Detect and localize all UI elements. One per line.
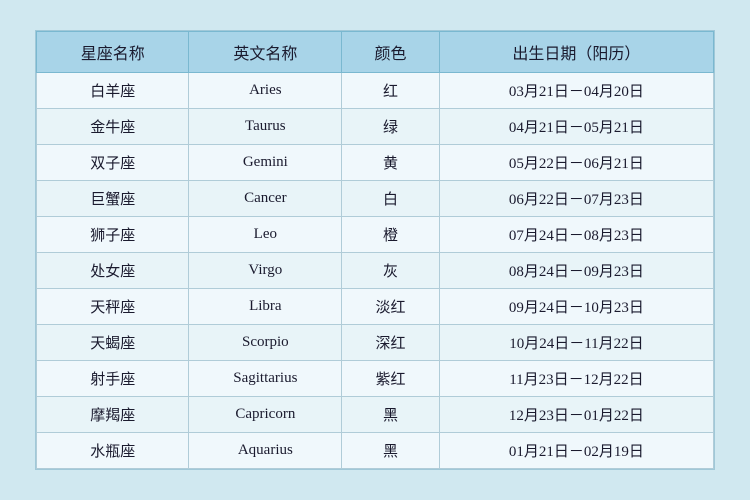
cell-english-name: Gemini — [189, 145, 342, 181]
cell-dates: 07月24日－08月23日 — [439, 217, 713, 253]
table-row: 狮子座Leo橙07月24日－08月23日 — [37, 217, 714, 253]
cell-color: 紫红 — [342, 361, 440, 397]
cell-dates: 11月23日－12月22日 — [439, 361, 713, 397]
cell-english-name: Aquarius — [189, 433, 342, 469]
table-row: 天秤座Libra淡红09月24日－10月23日 — [37, 289, 714, 325]
cell-english-name: Scorpio — [189, 325, 342, 361]
table-row: 摩羯座Capricorn黑12月23日－01月22日 — [37, 397, 714, 433]
table-row: 双子座Gemini黄05月22日－06月21日 — [37, 145, 714, 181]
cell-dates: 12月23日－01月22日 — [439, 397, 713, 433]
cell-dates: 04月21日－05月21日 — [439, 109, 713, 145]
cell-color: 深红 — [342, 325, 440, 361]
cell-english-name: Aries — [189, 73, 342, 109]
cell-chinese-name: 天蝎座 — [37, 325, 189, 361]
table-row: 处女座Virgo灰08月24日－09月23日 — [37, 253, 714, 289]
table-row: 金牛座Taurus绿04月21日－05月21日 — [37, 109, 714, 145]
table-row: 水瓶座Aquarius黑01月21日－02月19日 — [37, 433, 714, 469]
cell-chinese-name: 摩羯座 — [37, 397, 189, 433]
cell-english-name: Leo — [189, 217, 342, 253]
cell-chinese-name: 巨蟹座 — [37, 181, 189, 217]
table-row: 白羊座Aries红03月21日－04月20日 — [37, 73, 714, 109]
cell-chinese-name: 水瓶座 — [37, 433, 189, 469]
cell-chinese-name: 处女座 — [37, 253, 189, 289]
cell-color: 黄 — [342, 145, 440, 181]
cell-color: 红 — [342, 73, 440, 109]
zodiac-table-container: 星座名称 英文名称 颜色 出生日期（阳历） 白羊座Aries红03月21日－04… — [35, 30, 715, 470]
cell-english-name: Virgo — [189, 253, 342, 289]
header-english-name: 英文名称 — [189, 32, 342, 73]
cell-chinese-name: 双子座 — [37, 145, 189, 181]
cell-english-name: Sagittarius — [189, 361, 342, 397]
table-row: 天蝎座Scorpio深红10月24日－11月22日 — [37, 325, 714, 361]
cell-dates: 09月24日－10月23日 — [439, 289, 713, 325]
zodiac-table: 星座名称 英文名称 颜色 出生日期（阳历） 白羊座Aries红03月21日－04… — [36, 31, 714, 469]
cell-chinese-name: 金牛座 — [37, 109, 189, 145]
header-dates: 出生日期（阳历） — [439, 32, 713, 73]
cell-chinese-name: 天秤座 — [37, 289, 189, 325]
cell-color: 白 — [342, 181, 440, 217]
cell-english-name: Libra — [189, 289, 342, 325]
cell-chinese-name: 射手座 — [37, 361, 189, 397]
cell-dates: 05月22日－06月21日 — [439, 145, 713, 181]
cell-chinese-name: 狮子座 — [37, 217, 189, 253]
header-color: 颜色 — [342, 32, 440, 73]
cell-color: 淡红 — [342, 289, 440, 325]
cell-color: 黑 — [342, 397, 440, 433]
cell-dates: 03月21日－04月20日 — [439, 73, 713, 109]
cell-color: 灰 — [342, 253, 440, 289]
table-header-row: 星座名称 英文名称 颜色 出生日期（阳历） — [37, 32, 714, 73]
cell-color: 黑 — [342, 433, 440, 469]
header-chinese-name: 星座名称 — [37, 32, 189, 73]
table-body: 白羊座Aries红03月21日－04月20日金牛座Taurus绿04月21日－0… — [37, 73, 714, 469]
cell-english-name: Capricorn — [189, 397, 342, 433]
cell-english-name: Taurus — [189, 109, 342, 145]
table-row: 巨蟹座Cancer白06月22日－07月23日 — [37, 181, 714, 217]
cell-dates: 01月21日－02月19日 — [439, 433, 713, 469]
cell-dates: 10月24日－11月22日 — [439, 325, 713, 361]
cell-english-name: Cancer — [189, 181, 342, 217]
cell-dates: 08月24日－09月23日 — [439, 253, 713, 289]
table-row: 射手座Sagittarius紫红11月23日－12月22日 — [37, 361, 714, 397]
cell-color: 绿 — [342, 109, 440, 145]
cell-color: 橙 — [342, 217, 440, 253]
cell-chinese-name: 白羊座 — [37, 73, 189, 109]
cell-dates: 06月22日－07月23日 — [439, 181, 713, 217]
